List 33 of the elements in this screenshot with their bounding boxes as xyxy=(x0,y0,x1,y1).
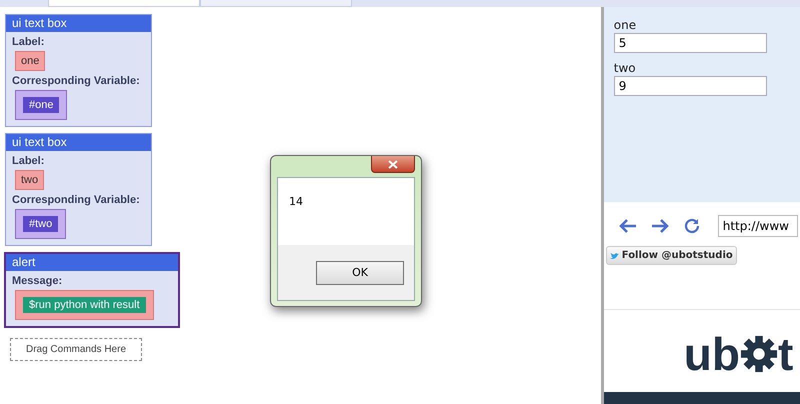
field-label: two xyxy=(614,61,637,75)
command-block[interactable]: ui text box Label: one Corresponding Variable: #one xyxy=(5,14,152,127)
bird-icon xyxy=(610,250,619,260)
close-button[interactable] xyxy=(371,156,415,173)
dialog-message: 14 xyxy=(288,194,304,210)
block-title: ui text box xyxy=(6,134,151,151)
field-caption: Corresponding Variable: xyxy=(11,193,141,208)
block-title: alert xyxy=(6,254,178,271)
forward-icon[interactable] xyxy=(650,218,670,234)
close-icon xyxy=(388,160,398,168)
logo-text: ub xyxy=(684,327,740,381)
input-field[interactable]: 5 xyxy=(614,33,767,53)
command-block[interactable]: ui text box Label: two Corresponding Variable: #two xyxy=(5,133,152,246)
field-caption: Message: xyxy=(11,274,64,289)
field-caption: Label: xyxy=(11,35,46,50)
field-caption: Label: xyxy=(11,154,46,169)
label-value[interactable]: one xyxy=(15,51,46,71)
address-field[interactable]: http://www xyxy=(718,215,798,237)
input-field[interactable]: 9 xyxy=(614,76,767,96)
block-title: ui text box xyxy=(6,15,151,32)
label-value[interactable]: two xyxy=(15,170,44,190)
ok-button[interactable]: OK xyxy=(316,260,404,284)
logo-text: t xyxy=(778,327,794,381)
back-icon[interactable] xyxy=(618,218,638,234)
variable-slot[interactable]: #one xyxy=(15,90,68,120)
gear-icon xyxy=(740,335,778,373)
drop-zone[interactable]: Drag Commands Here xyxy=(10,338,142,361)
variable-slot[interactable]: #two xyxy=(15,209,66,239)
field-label: one xyxy=(614,18,638,32)
follow-button[interactable]: Follow @ubotstudio xyxy=(606,246,737,265)
variable-value[interactable]: #two xyxy=(23,216,58,232)
field-caption: Corresponding Variable: xyxy=(11,74,141,89)
variable-value[interactable]: #one xyxy=(23,97,60,113)
